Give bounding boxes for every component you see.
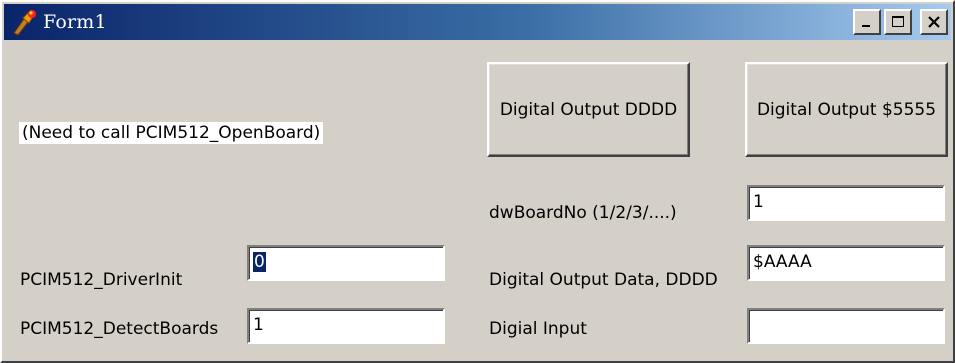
torch-icon[interactable]: [10, 7, 40, 37]
form1-window: Form1 (Need to call PCIM512_OpenBoard) P…: [0, 0, 955, 363]
detect-boards-label: PCIM512_DetectBoards: [20, 319, 219, 339]
driver-init-value: 0: [253, 252, 266, 272]
output-data-label: Digital Output Data, DDDD: [489, 270, 718, 290]
digital-output-5555-button[interactable]: Digital Output $5555: [745, 62, 948, 157]
maximize-button[interactable]: [884, 9, 912, 35]
close-icon: [927, 15, 941, 29]
minimize-icon: [860, 16, 874, 28]
digital-output-dddd-button[interactable]: Digital Output DDDD: [487, 62, 690, 157]
board-no-label: dwBoardNo (1/2/3/....): [489, 203, 677, 223]
minimize-button[interactable]: [853, 9, 881, 35]
close-button[interactable]: [920, 9, 948, 35]
digital-input-label: Digial Input: [489, 319, 587, 339]
driver-init-label: PCIM512_DriverInit: [20, 270, 183, 290]
maximize-icon: [891, 15, 905, 29]
driver-init-field[interactable]: 0: [247, 245, 445, 281]
window-title: Form1: [43, 11, 107, 33]
title-bar[interactable]: Form1: [4, 4, 951, 40]
board-no-field[interactable]: 1: [747, 185, 945, 221]
detect-boards-field[interactable]: 1: [247, 308, 445, 344]
output-data-field[interactable]: $AAAA: [747, 245, 945, 281]
open-board-note: (Need to call PCIM512_OpenBoard): [19, 122, 324, 144]
digital-input-field[interactable]: [747, 308, 945, 344]
